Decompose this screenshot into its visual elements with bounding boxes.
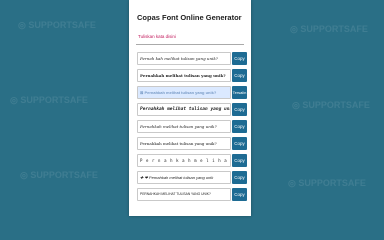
watermark: ◎ SUPPORTSAFE bbox=[288, 178, 366, 188]
copy-button[interactable]: Copy bbox=[232, 154, 247, 167]
copy-button[interactable]: Copy bbox=[232, 171, 247, 184]
copy-button[interactable]: Copy bbox=[232, 52, 247, 65]
watermark: ◎ SUPPORTSAFE bbox=[20, 170, 98, 180]
font-row: Pernahkah melihat tulisan yang unik? Cop… bbox=[137, 137, 247, 150]
watermark: ◎ SUPPORTSAFE bbox=[10, 95, 88, 105]
font-output[interactable]: ⊠ Pernahkah melihat tulisan yang unik? bbox=[137, 86, 231, 99]
page-title: Copas Font Online Generator bbox=[137, 13, 242, 22]
watermark: ◎ SUPPORTSAFE bbox=[18, 20, 96, 30]
font-output[interactable]: P e r n a h k a h m e l i h a t t u l i … bbox=[137, 154, 231, 167]
font-row: Pernahkah melihat tulisan yang unik? Cop… bbox=[137, 69, 247, 82]
text-input-wrapper bbox=[136, 28, 246, 48]
text-input[interactable] bbox=[136, 28, 244, 45]
copy-button[interactable]: Copy bbox=[232, 120, 247, 133]
font-output[interactable]: Pernahkah melihat tulisan yang unik? bbox=[137, 137, 231, 150]
font-row: P e r n a h k a h m e l i h a t t u l i … bbox=[137, 154, 247, 167]
font-row: PERNAHKAH MELIHAT TULISAN YANG UNIK? Cop… bbox=[137, 188, 247, 201]
copy-button[interactable]: Copy bbox=[232, 103, 247, 116]
watermark: ◎ SUPPORTSAFE bbox=[290, 24, 368, 34]
font-row: Pernahkah melihat tulisan yang unik Copy bbox=[137, 103, 247, 116]
font-row: ✚ ❤ Pernahkah melihat tulisan yang unik … bbox=[137, 171, 247, 184]
font-output[interactable]: Pernah kah melihat tulisan yang unik? bbox=[137, 52, 231, 65]
font-output[interactable]: ✚ ❤ Pernahkah melihat tulisan yang unik bbox=[137, 171, 231, 184]
font-output[interactable]: Pernahkah melihat tulisan yang unik? bbox=[137, 120, 231, 133]
font-row: ⊠ Pernahkah melihat tulisan yang unik? T… bbox=[137, 86, 247, 99]
watermark: ◎ SUPPORTSAFE bbox=[292, 100, 370, 110]
copy-button[interactable]: Copy bbox=[232, 69, 247, 82]
font-output[interactable]: Pernahkah melihat tulisan yang unik bbox=[137, 103, 231, 116]
copy-button[interactable]: Copy bbox=[232, 137, 247, 150]
copy-button[interactable]: Copy bbox=[232, 188, 247, 201]
font-output[interactable]: PERNAHKAH MELIHAT TULISAN YANG UNIK? bbox=[137, 188, 231, 201]
font-output[interactable]: Pernahkah melihat tulisan yang unik? bbox=[137, 69, 231, 82]
font-row: Pernahkah melihat tulisan yang unik? Cop… bbox=[137, 120, 247, 133]
font-row: Pernah kah melihat tulisan yang unik? Co… bbox=[137, 52, 247, 65]
copied-button[interactable]: Tersalin bbox=[232, 86, 247, 99]
